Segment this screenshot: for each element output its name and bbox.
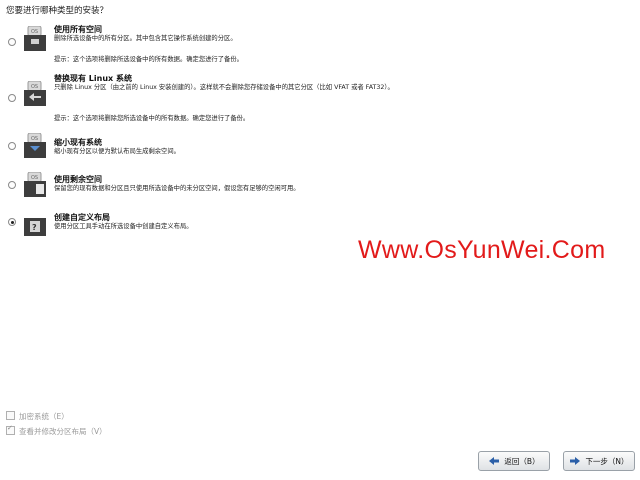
radio-replace-linux[interactable]: [8, 94, 16, 102]
review-layout-label: 查看并修改分区布局（V）: [19, 427, 107, 436]
option-description: 只删除 Linux 分区（由之前的 Linux 安装创建的）。这样就不会删除您存…: [54, 84, 394, 91]
back-arrow-icon: [489, 457, 500, 465]
back-button-label: 返回（B）: [504, 456, 540, 466]
disk-custom-icon: ?: [24, 218, 46, 236]
next-arrow-icon: [570, 457, 581, 465]
install-type-question: 您要进行哪种类型的安装？: [6, 6, 109, 16]
radio-shrink-system[interactable]: [8, 142, 16, 150]
checkbox-box[interactable]: [6, 411, 15, 420]
option-warning: 提示：这个选项将删除您所选设备中的所有数据。确定您进行了备份。: [54, 115, 250, 122]
option-warning: 提示：这个选项将删除所选设备中的所有数据。确定您进行了备份。: [54, 56, 243, 63]
disk-shrink-icon: OS: [24, 133, 46, 158]
disk-fill-icon: OS: [24, 26, 46, 51]
svg-text:OS: OS: [31, 136, 38, 142]
back-button[interactable]: 返回（B）: [478, 451, 550, 471]
next-button[interactable]: 下一步（N）: [563, 451, 635, 471]
review-layout-checkbox[interactable]: 查看并修改分区布局（V）: [6, 424, 107, 437]
encrypt-system-checkbox[interactable]: 加密系统（E）: [6, 411, 69, 422]
encrypt-system-label: 加密系统（E）: [19, 412, 69, 421]
option-description: 缩小现有分区以便为默认布局生成剩余空间。: [54, 148, 180, 155]
checkbox-box[interactable]: [6, 424, 15, 435]
radio-custom-layout[interactable]: [8, 218, 16, 226]
option-description: 保留您的现有数据和分区且只使用所选设备中的未分区空间，假设您有足够的空闲可用。: [54, 185, 300, 192]
radio-use-free-space[interactable]: [8, 181, 16, 189]
svg-text:OS: OS: [31, 29, 38, 35]
option-description: 删除所选设备中的所有分区。其中包含其它操作系统创建的分区。: [54, 35, 237, 42]
radio-use-all-space[interactable]: [8, 38, 16, 46]
next-button-label: 下一步（N）: [585, 456, 629, 466]
svg-text:OS: OS: [31, 84, 38, 90]
svg-text:?: ?: [32, 223, 37, 232]
watermark-text: Www.OsYunWei.Com: [358, 236, 606, 264]
svg-text:OS: OS: [31, 175, 38, 181]
option-description: 使用分区工具手动在所选设备中创建自定义布局。: [54, 223, 193, 230]
disk-replace-icon: OS: [24, 81, 46, 106]
disk-free-space-icon: OS: [24, 172, 46, 197]
